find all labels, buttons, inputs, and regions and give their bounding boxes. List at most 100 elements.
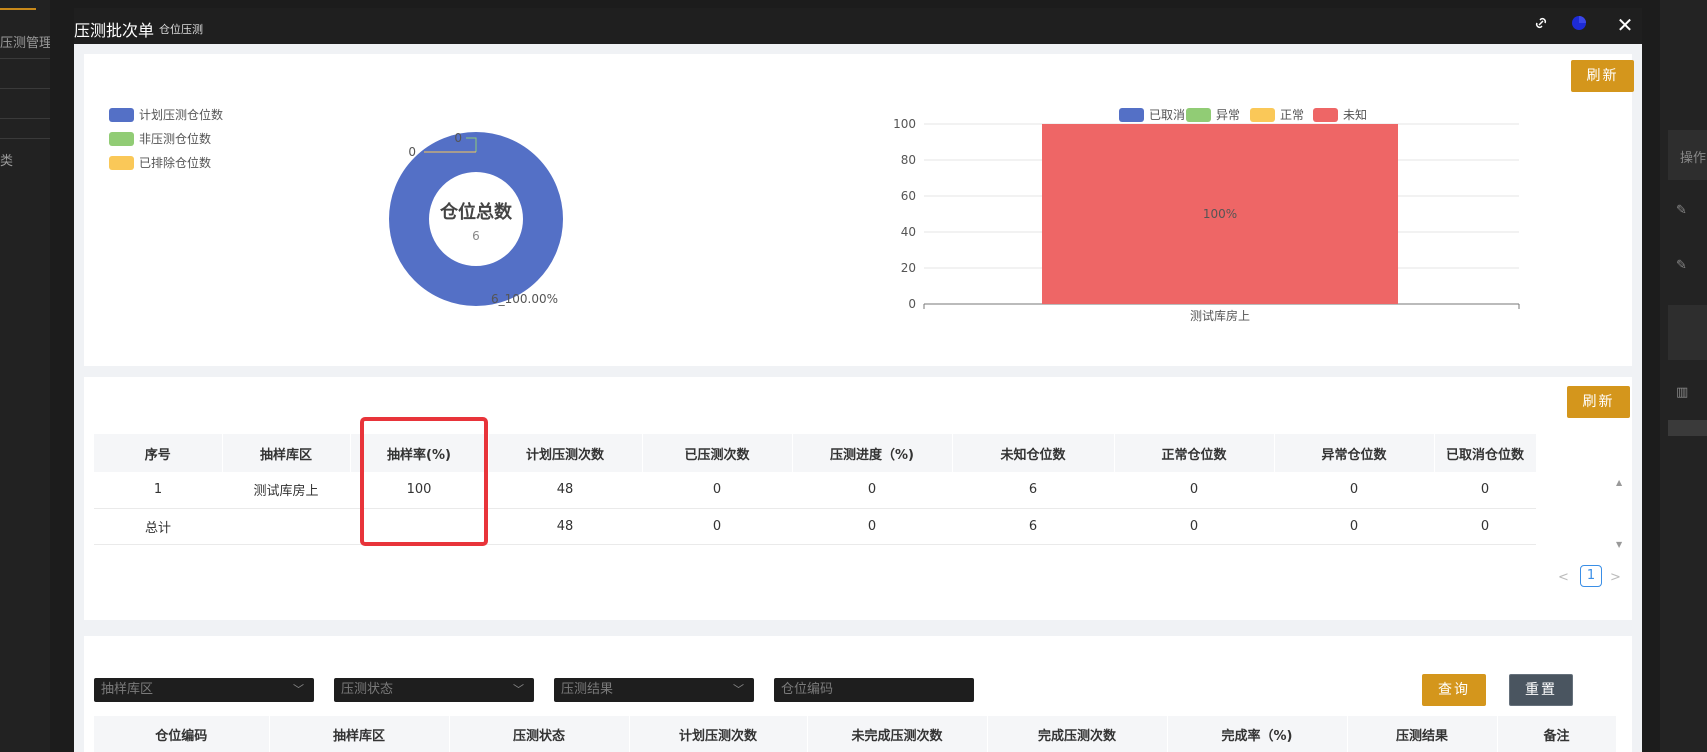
column-header: 备注 bbox=[1497, 716, 1617, 752]
background-block bbox=[1668, 305, 1707, 360]
select-placeholder: 压测状态 bbox=[341, 682, 394, 697]
table-cell: 6 bbox=[952, 472, 1114, 509]
column-header: 压测进度（%) bbox=[792, 434, 953, 472]
summary-refresh-button[interactable]: 刷新 bbox=[1567, 386, 1630, 418]
column-header: 已取消仓位数 bbox=[1434, 434, 1537, 472]
x-category-label: 测试库房上 bbox=[1190, 308, 1250, 323]
table-cell: 0 bbox=[1274, 508, 1434, 545]
legend-swatch bbox=[109, 107, 134, 122]
y-tick-label: 100 bbox=[893, 117, 916, 131]
result-select[interactable]: 压测结果 ﹀ bbox=[554, 678, 754, 702]
table-cell: 0 bbox=[1114, 472, 1274, 509]
batch-modal: 压测批次单 仓位压测 ✕ 刷新 计划压测仓位数 非压测仓位数 已排除仓位数 0 … bbox=[74, 8, 1642, 752]
background-table-edge: 操作 ✎ ✎ ▥ bbox=[1660, 0, 1707, 752]
chevron-down-icon: ﹀ bbox=[293, 683, 304, 696]
table-header-row: 仓位编码 抽样库区 压测状态 计划压测次数 未完成压测次数 完成压测次数 完成率… bbox=[94, 716, 1617, 752]
summary-table: 序号 抽样库区 抽样率(%) 计划压测次数 已压测次数 压测进度（%) 未知仓位… bbox=[94, 434, 1537, 545]
bar-chart: 100 80 60 40 20 0 100% 测试库房上 bbox=[893, 117, 1520, 323]
column-header: 异常仓位数 bbox=[1274, 434, 1435, 472]
legend-item[interactable]: 计划压测仓位数 bbox=[109, 106, 223, 123]
slice-label-non-test: 0 bbox=[454, 131, 462, 145]
y-tick-label: 80 bbox=[901, 153, 916, 167]
edit-icon: ✎ bbox=[1676, 258, 1687, 273]
table-cell: 0 bbox=[642, 472, 792, 509]
divider bbox=[0, 138, 50, 139]
table-cell: 0 bbox=[792, 508, 952, 545]
table-cell bbox=[222, 508, 350, 545]
column-header: 计划压测次数 bbox=[629, 716, 808, 752]
background-menu-item: 类 bbox=[0, 154, 14, 169]
table-cell: 0 bbox=[1434, 472, 1536, 509]
pagination-next[interactable]: > bbox=[1610, 570, 1621, 585]
highlight-box bbox=[360, 417, 488, 546]
column-header: 已压测次数 bbox=[642, 434, 793, 472]
table-cell: 0 bbox=[1114, 508, 1274, 545]
close-icon[interactable]: ✕ bbox=[1615, 15, 1635, 35]
table-row-total[interactable]: 总计 48 0 0 6 0 0 0 bbox=[94, 508, 1536, 545]
divider bbox=[0, 88, 50, 89]
table-cell: 6 bbox=[952, 508, 1114, 545]
modal-title: 压测批次单 bbox=[74, 21, 155, 40]
location-code-input[interactable]: 仓位编码 bbox=[774, 678, 974, 702]
table-cell: 0 bbox=[1274, 472, 1434, 509]
legend-item[interactable]: 已排除仓位数 bbox=[109, 154, 211, 171]
legend-swatch bbox=[109, 155, 134, 170]
link-icon[interactable] bbox=[1531, 15, 1551, 35]
column-header: 完成压测次数 bbox=[987, 716, 1168, 752]
table-cell: 48 bbox=[488, 508, 642, 545]
modal-header: 压测批次单 仓位压测 ✕ bbox=[74, 8, 1642, 44]
detail-panel: 抽样库区 ﹀ 压测状态 ﹀ 压测结果 ﹀ 仓位编码 查询 重置 仓位编码 抽样库… bbox=[84, 636, 1632, 752]
chart-icon: ▥ bbox=[1676, 385, 1689, 400]
reset-button[interactable]: 重置 bbox=[1509, 674, 1573, 706]
column-header: 未知仓位数 bbox=[952, 434, 1115, 472]
table-header-row: 序号 抽样库区 抽样率(%) 计划压测次数 已压测次数 压测进度（%) 未知仓位… bbox=[94, 434, 1537, 472]
y-tick-label: 60 bbox=[901, 189, 916, 203]
table-cell: 0 bbox=[1434, 508, 1536, 545]
donut-center-title: 仓位总数 bbox=[439, 201, 513, 223]
table-cell: 测试库房上 bbox=[222, 472, 350, 509]
column-header: 完成率（%) bbox=[1167, 716, 1348, 752]
legend-label: 已排除仓位数 bbox=[139, 156, 212, 170]
theme-icon[interactable] bbox=[1569, 15, 1589, 35]
legend-label: 非压测仓位数 bbox=[139, 132, 212, 146]
zone-select[interactable]: 抽样库区 ﹀ bbox=[94, 678, 314, 702]
y-tick-label: 20 bbox=[901, 261, 916, 275]
slice-label-planned: 6_100.00% bbox=[491, 292, 558, 306]
column-header: 计划压测次数 bbox=[488, 434, 643, 472]
table-cell: 0 bbox=[642, 508, 792, 545]
table-cell: 48 bbox=[488, 472, 642, 509]
divider bbox=[0, 118, 50, 119]
table-cell: 1 bbox=[94, 472, 222, 509]
donut-center-value: 6 bbox=[472, 229, 480, 243]
column-header: 抽样库区 bbox=[222, 434, 351, 472]
modal-subtitle: 仓位压测 bbox=[159, 23, 203, 36]
column-header: 压测状态 bbox=[449, 716, 630, 752]
column-header: 仓位编码 bbox=[94, 716, 270, 752]
pagination-prev[interactable]: < bbox=[1558, 570, 1569, 585]
edit-icon: ✎ bbox=[1676, 203, 1687, 218]
table-row[interactable]: 1 测试库房上 100 48 0 0 6 0 0 0 bbox=[94, 472, 1536, 509]
legend-label: 计划压测仓位数 bbox=[139, 108, 224, 122]
summary-panel: 刷新 序号 抽样库区 抽样率(%) 计划压测次数 已压测次数 压测进度（%) 未… bbox=[84, 377, 1632, 620]
scroll-down-icon[interactable]: ▼ bbox=[1616, 540, 1622, 549]
donut-chart: 0 0 6_100.00% 仓位总数 6 bbox=[389, 131, 563, 306]
input-placeholder: 仓位编码 bbox=[781, 682, 834, 697]
legend-item[interactable]: 非压测仓位数 bbox=[109, 130, 211, 147]
slice-label-excluded: 0 bbox=[408, 145, 416, 159]
select-placeholder: 压测结果 bbox=[561, 682, 614, 697]
column-header: 抽样库区 bbox=[269, 716, 450, 752]
column-header: 序号 bbox=[94, 434, 223, 472]
table-cell: 总计 bbox=[94, 508, 222, 545]
table-scrollbar[interactable]: ▲ ▼ bbox=[1616, 478, 1626, 550]
background-menu-item: 压测管理 bbox=[0, 36, 50, 51]
detail-table: 仓位编码 抽样库区 压测状态 计划压测次数 未完成压测次数 完成压测次数 完成率… bbox=[94, 716, 1617, 752]
bar-data-label: 100% bbox=[1203, 207, 1237, 221]
column-header: 未完成压测次数 bbox=[807, 716, 988, 752]
scroll-up-icon[interactable]: ▲ bbox=[1616, 478, 1622, 487]
pagination-page[interactable]: 1 bbox=[1580, 565, 1602, 587]
status-select[interactable]: 压测状态 ﹀ bbox=[334, 678, 534, 702]
chevron-down-icon: ﹀ bbox=[513, 683, 524, 696]
query-button[interactable]: 查询 bbox=[1422, 674, 1486, 706]
background-sidebar: 压测管理 类 bbox=[0, 0, 50, 752]
legend-swatch bbox=[109, 131, 134, 146]
